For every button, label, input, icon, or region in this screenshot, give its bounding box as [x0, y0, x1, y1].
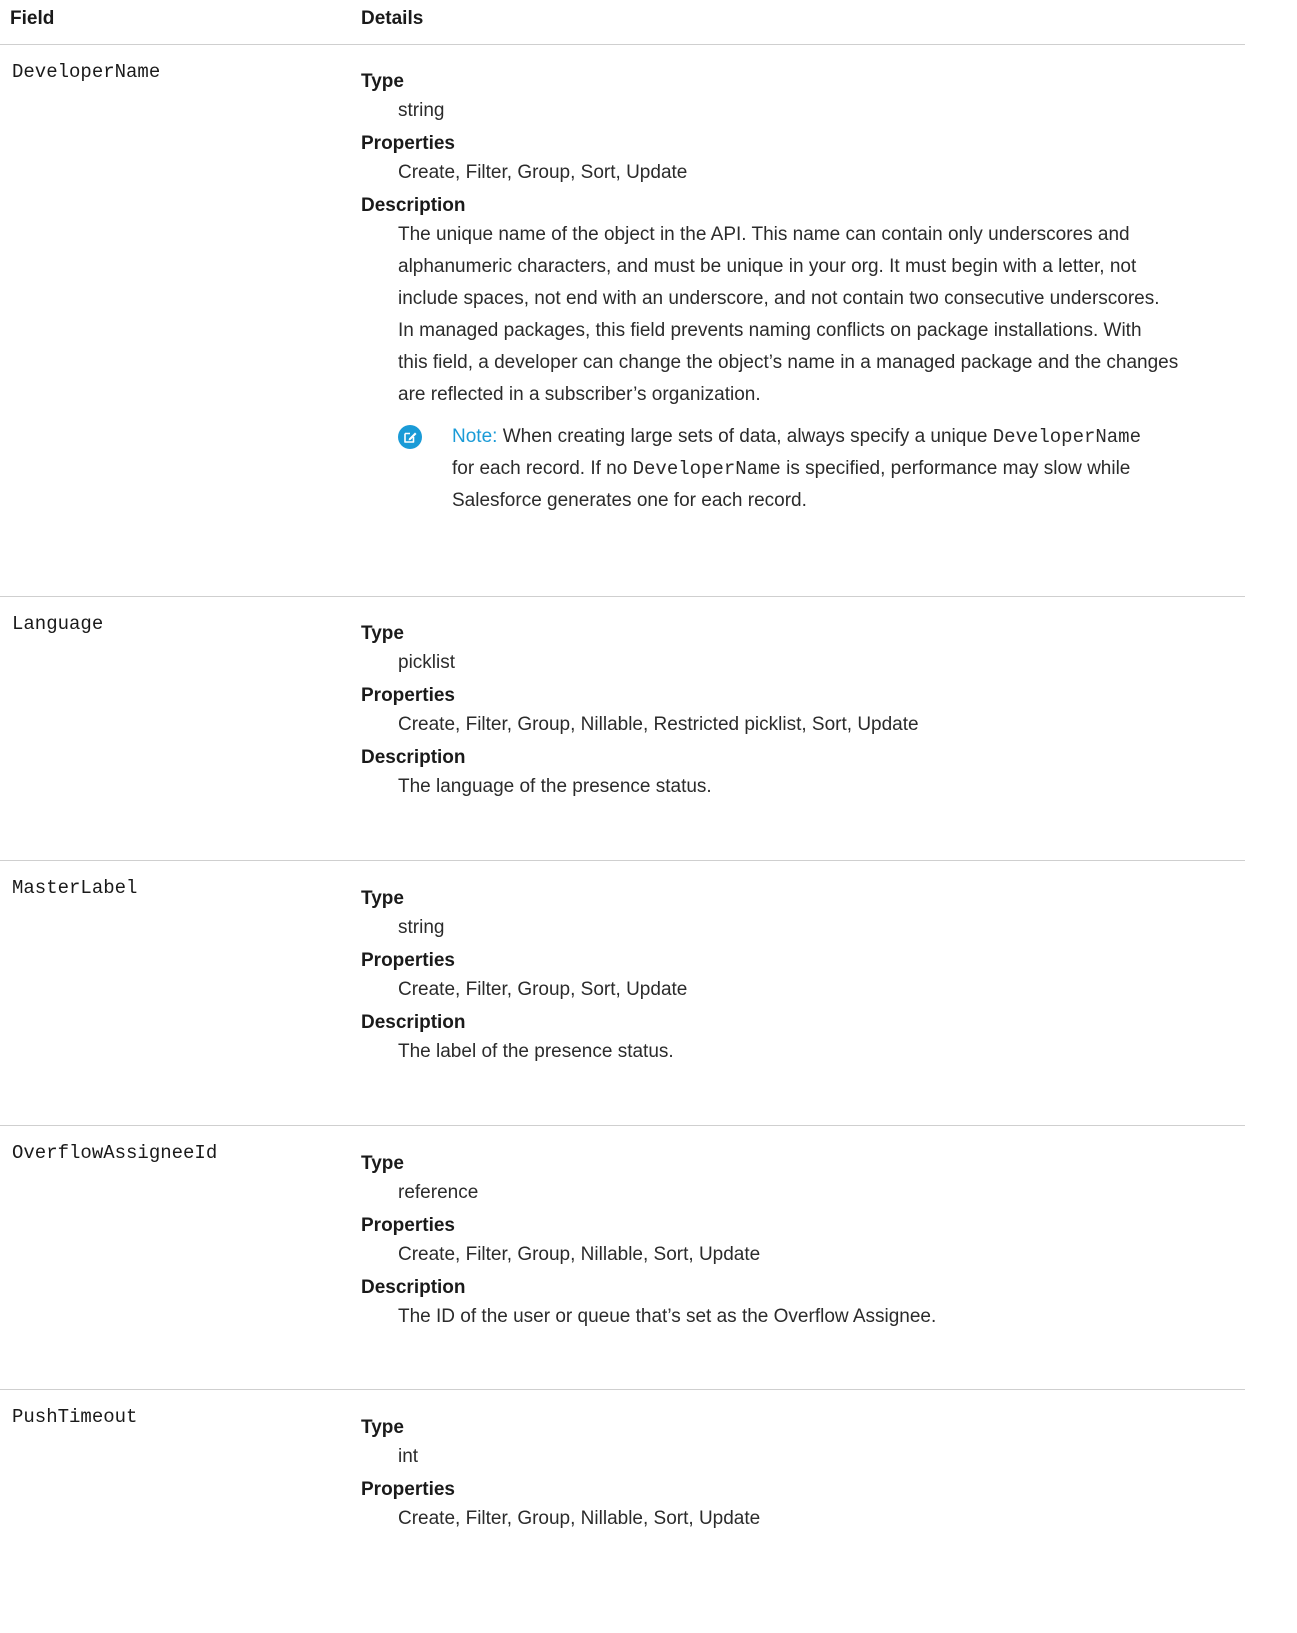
code-developername: DeveloperName: [992, 426, 1141, 448]
note-callout: Note: When creating large sets of data, …: [398, 421, 1241, 517]
field-details: Type string Properties Create, Filter, G…: [361, 886, 1241, 1068]
field-details: Type string Properties Create, Filter, G…: [361, 69, 1241, 517]
type-value: picklist: [398, 652, 456, 673]
properties-value: Create, Filter, Group, Sort, Update: [398, 162, 688, 183]
field-column-header: Field: [10, 8, 55, 29]
description-line: In managed packages, this field prevents…: [398, 320, 1142, 341]
note-label: Note:: [452, 426, 498, 447]
type-value: reference: [398, 1182, 479, 1203]
field-details: Type int Properties Create, Filter, Grou…: [361, 1415, 1241, 1535]
type-value: string: [398, 100, 445, 121]
properties-label: Properties: [361, 1215, 455, 1236]
edit-pencil-icon: [398, 425, 422, 449]
field-name: DeveloperName: [12, 61, 161, 83]
type-label: Type: [361, 71, 404, 92]
note-text: Note: When creating large sets of data, …: [452, 426, 1141, 511]
description-label: Description: [361, 1277, 466, 1298]
field-name: OverflowAssigneeId: [12, 1142, 218, 1164]
properties-label: Properties: [361, 1479, 455, 1500]
table-header: Field Details: [0, 0, 1245, 45]
description-value: The language of the presence status.: [398, 776, 712, 797]
type-label: Type: [361, 1153, 404, 1174]
field-name: PushTimeout: [12, 1406, 138, 1428]
properties-value: Create, Filter, Group, Nillable, Sort, U…: [398, 1508, 761, 1529]
properties-value: Create, Filter, Group, Sort, Update: [398, 979, 688, 1000]
details-column-header: Details: [361, 8, 424, 29]
description-value: The unique name of the object in the API…: [398, 219, 1241, 411]
type-label: Type: [361, 1417, 404, 1438]
row-divider: [0, 1389, 1245, 1390]
description-line: alphanumeric characters, and must be uni…: [398, 256, 1137, 277]
description-line: are reflected in a subscriber’s organiza…: [398, 384, 761, 405]
description-label: Description: [361, 1012, 466, 1033]
code-developername: DeveloperName: [632, 458, 781, 480]
description-line: include spaces, not end with an undersco…: [398, 288, 1160, 309]
field-details: Type reference Properties Create, Filter…: [361, 1151, 1241, 1333]
properties-label: Properties: [361, 950, 455, 971]
description-label: Description: [361, 195, 466, 216]
row-divider: [0, 860, 1245, 861]
type-value: int: [398, 1446, 419, 1467]
type-value: string: [398, 917, 445, 938]
properties-label: Properties: [361, 133, 455, 154]
description-line: this field, a developer can change the o…: [398, 352, 1179, 373]
properties-value: Create, Filter, Group, Nillable, Restric…: [398, 714, 919, 735]
description-value: The ID of the user or queue that’s set a…: [398, 1306, 937, 1327]
field-details: Type picklist Properties Create, Filter,…: [361, 621, 1241, 803]
description-value: The label of the presence status.: [398, 1041, 674, 1062]
description-label: Description: [361, 747, 466, 768]
properties-value: Create, Filter, Group, Nillable, Sort, U…: [398, 1244, 761, 1265]
properties-label: Properties: [361, 685, 455, 706]
description-line: The unique name of the object in the API…: [398, 224, 1130, 245]
row-divider: [0, 596, 1245, 597]
row-divider: [0, 1125, 1245, 1126]
field-name: Language: [12, 613, 104, 635]
type-label: Type: [361, 888, 404, 909]
type-label: Type: [361, 623, 404, 644]
field-name: MasterLabel: [12, 877, 138, 899]
